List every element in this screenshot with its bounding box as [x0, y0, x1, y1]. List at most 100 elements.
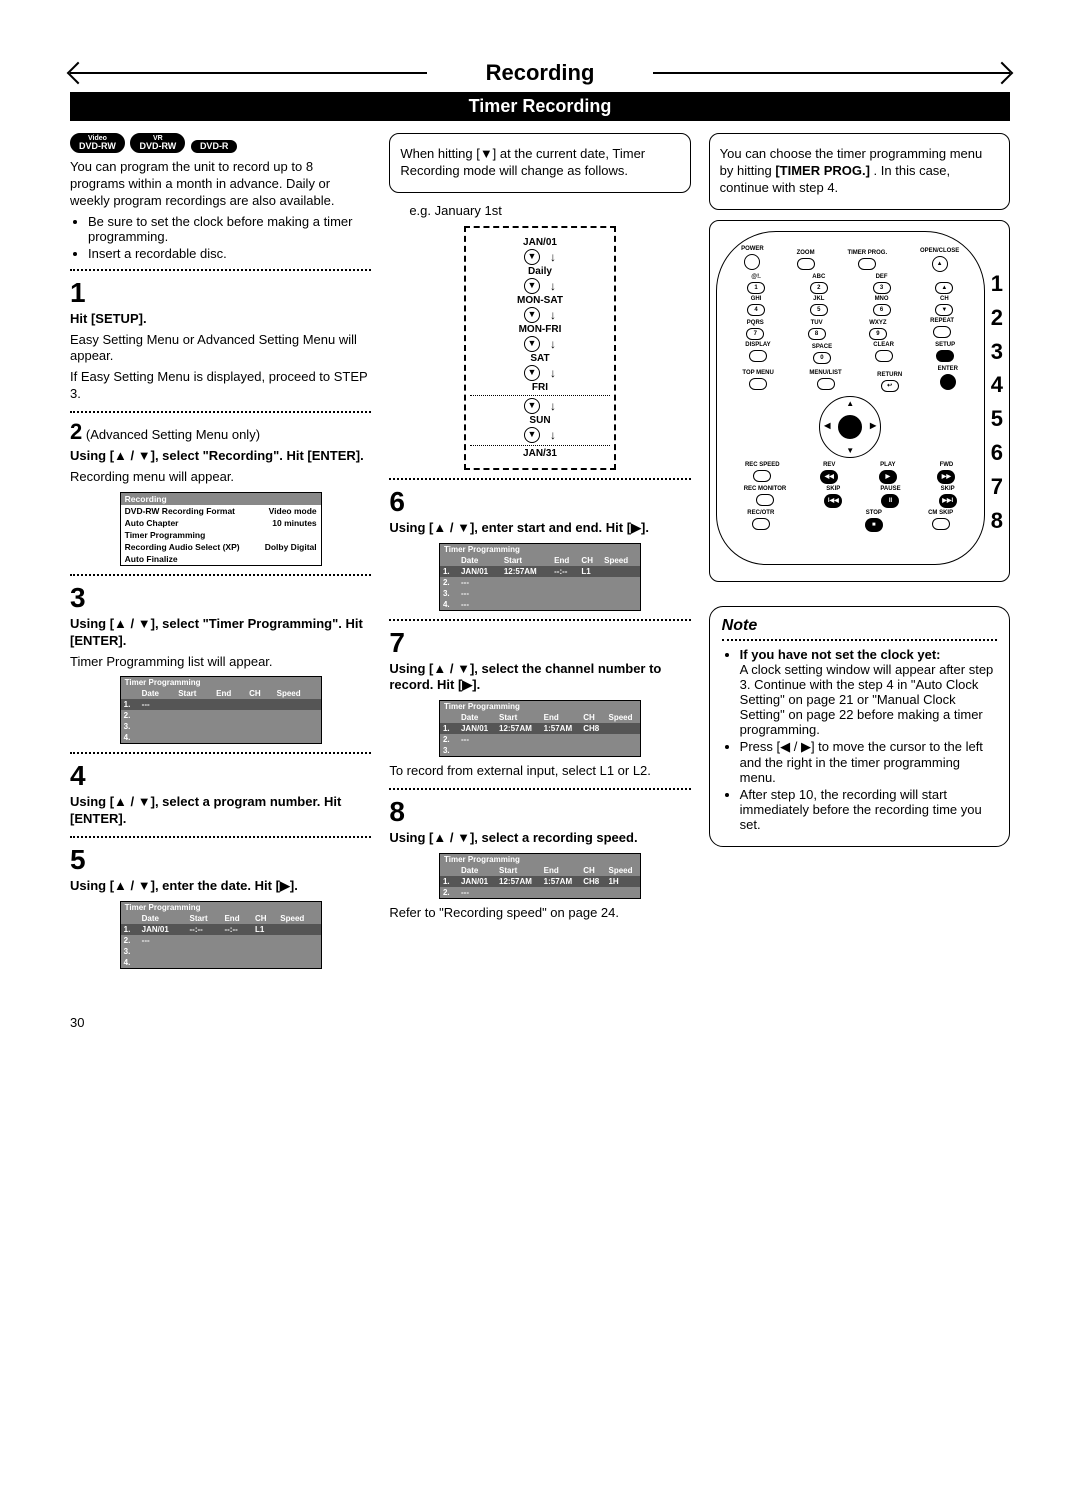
num-4-button[interactable]: 4	[747, 304, 765, 316]
callout-date-mode: When hitting [▼] at the current date, Ti…	[389, 133, 690, 193]
remote-diagram: POWER ZOOM TIMER PROG. OPEN/CLOSE▲ @!.1 …	[709, 220, 1010, 582]
tp-title: Timer Programming	[440, 544, 640, 555]
step-2-number: 2	[70, 419, 82, 444]
btn-label: MENU/LIST	[809, 370, 841, 377]
step-3-body: Timer Programming list will appear.	[70, 654, 371, 671]
btn-label: STOP	[865, 510, 883, 517]
skip-fwd-button[interactable]: ▶▶I	[939, 494, 957, 508]
btn-label: ABC	[810, 274, 828, 281]
dpad[interactable]: ▲ ▼ ◀ ▶	[819, 396, 881, 458]
date-cycle-diagram: JAN/01 ▼↓ Daily ▼↓ MON-SAT ▼↓ MON-FRI ▼↓…	[464, 226, 616, 470]
down-icon: ▼	[524, 336, 540, 352]
enter-button[interactable]	[940, 374, 956, 390]
menu-value: Video mode	[269, 506, 317, 516]
rec-speed-button[interactable]	[753, 470, 771, 482]
menu-value: Dolby Digital	[265, 542, 317, 552]
step-8-number: 8	[389, 798, 690, 826]
down-icon: ▼	[524, 278, 540, 294]
return-button[interactable]: ↩	[881, 380, 899, 392]
cell: JAN/01	[458, 566, 501, 577]
rec-otr-button[interactable]	[752, 518, 770, 530]
step-3-head: Using [▲ / ▼], select "Timer Programming…	[70, 616, 363, 648]
col: End	[551, 555, 578, 566]
col: Start	[175, 688, 213, 699]
btn-label: CLEAR	[873, 342, 894, 349]
separator	[389, 619, 690, 621]
btn-label: ZOOM	[797, 250, 815, 257]
btn-label: SKIP	[824, 486, 842, 493]
bullet: Be sure to set the clock before making a…	[88, 214, 371, 244]
cell: 1.	[121, 924, 139, 935]
badge-dvdrw-video: VideoDVD-RW	[70, 133, 125, 153]
cell: ---	[139, 935, 187, 946]
col: CH	[246, 688, 273, 699]
num-7-button[interactable]: 7	[746, 328, 764, 340]
rev-button[interactable]: ◀◀	[820, 470, 838, 484]
fwd-button[interactable]: ▶▶	[937, 470, 955, 484]
menu-list-button[interactable]	[817, 378, 835, 390]
cell: 12:57AM	[496, 876, 541, 887]
step-1-number: 1	[70, 279, 371, 307]
open-close-button[interactable]: ▲	[932, 256, 948, 272]
page-title: Recording	[476, 60, 605, 86]
cell: CH8	[580, 876, 605, 887]
col: Speed	[605, 865, 640, 876]
num-6-button[interactable]: 6	[873, 304, 891, 316]
btn-label: SPACE	[812, 344, 832, 351]
separator	[70, 411, 371, 413]
cell: --:--	[186, 924, 221, 935]
menu-value: 10 minutes	[272, 518, 316, 528]
down-icon: ▼	[524, 365, 540, 381]
menu-item: Timer Programming	[125, 530, 317, 540]
num-0-button[interactable]: 0	[813, 352, 831, 364]
num-8-button[interactable]: 8	[808, 328, 826, 340]
repeat-button[interactable]	[933, 326, 951, 338]
btn-label: PAUSE	[880, 486, 900, 493]
down-icon: ▼	[524, 398, 540, 414]
num-1-button[interactable]: 1	[747, 282, 765, 294]
setup-button[interactable]	[936, 350, 954, 362]
cell: 3.	[121, 721, 139, 732]
btn-label: ENTER	[938, 366, 958, 373]
cm-skip-button[interactable]	[932, 518, 950, 530]
badge-dvdrw-vr: VRDVD-RW	[130, 133, 185, 153]
stop-button[interactable]: ■	[865, 518, 883, 532]
note-item: Press [◀ / ▶] to move the cursor to the …	[740, 739, 997, 785]
col: CH	[580, 865, 605, 876]
step-7-head: Using [▲ / ▼], select the channel number…	[389, 661, 661, 693]
num-5-button[interactable]: 5	[810, 304, 828, 316]
ch-up-button[interactable]: ▲	[935, 282, 953, 294]
cell: 2.	[440, 734, 458, 745]
intro-text: You can program the unit to record up to…	[70, 159, 371, 210]
cell: 4.	[121, 732, 139, 743]
timer-prog-button[interactable]	[858, 258, 876, 270]
ch-down-button[interactable]: ▼	[935, 304, 953, 316]
note-box: Note If you have not set the clock yet: …	[709, 606, 1010, 847]
menu-item: DVD-RW Recording Format	[125, 506, 269, 516]
play-button[interactable]: ▶	[879, 470, 897, 484]
step-8-after: Refer to "Recording speed" on page 24.	[389, 905, 690, 922]
note-heading: If you have not set the clock yet:	[740, 647, 941, 662]
btn-label: FWD	[937, 462, 955, 469]
num-2-button[interactable]: 2	[810, 282, 828, 294]
menu-item: Auto Chapter	[125, 518, 273, 528]
btn-label: DEF	[873, 274, 891, 281]
marker: 8	[991, 508, 1003, 534]
separator	[70, 836, 371, 838]
cell: --:--	[551, 566, 578, 577]
display-button[interactable]	[749, 350, 767, 362]
cell: 1.	[440, 723, 458, 734]
btn-label: TUV	[808, 320, 826, 327]
num-3-button[interactable]: 3	[873, 282, 891, 294]
down-icon: ▼	[524, 427, 540, 443]
power-button[interactable]	[744, 254, 760, 270]
rec-monitor-button[interactable]	[756, 494, 774, 506]
top-menu-button[interactable]	[749, 378, 767, 390]
pause-button[interactable]: II	[881, 494, 899, 508]
clear-button[interactable]	[875, 350, 893, 362]
num-9-button[interactable]: 9	[869, 328, 887, 340]
skip-back-button[interactable]: I◀◀	[824, 494, 842, 508]
zoom-button[interactable]	[797, 258, 815, 270]
left-arrow-icon: ◀	[824, 421, 830, 430]
timer-table-6: Timer Programming DateStartEndCHSpeed 1.…	[439, 543, 641, 611]
